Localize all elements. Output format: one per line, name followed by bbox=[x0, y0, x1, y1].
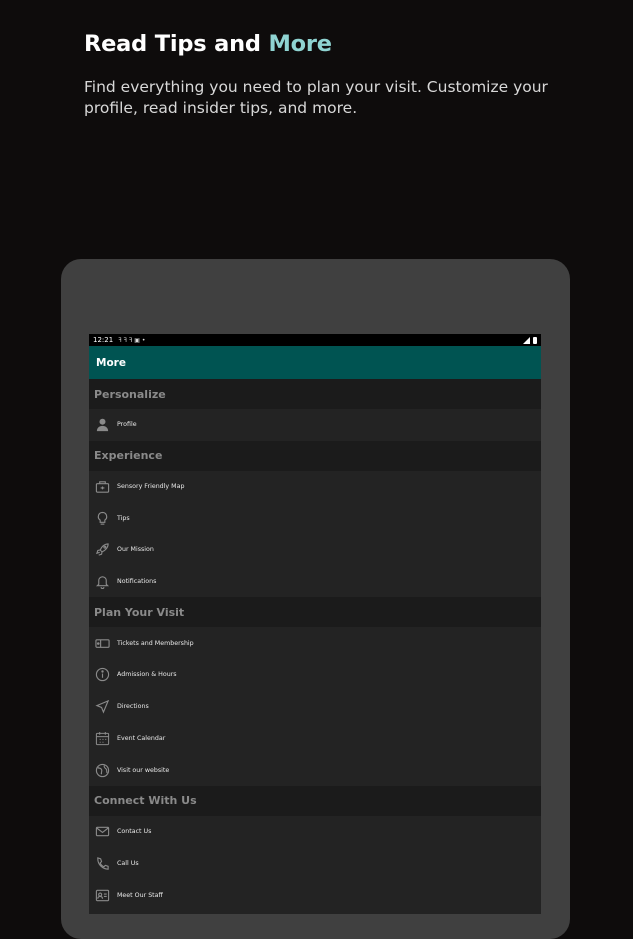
promo-title-accent: More bbox=[268, 31, 332, 57]
signal-icon bbox=[523, 336, 530, 344]
menu-item-visit-our-website[interactable]: Visit our website bbox=[89, 754, 541, 786]
menu-item-our-mission[interactable]: Our Mission bbox=[89, 534, 541, 566]
menu-item-label: Profile bbox=[117, 421, 137, 429]
menu-item-profile[interactable]: Profile bbox=[89, 409, 541, 441]
menu-item-label: Directions bbox=[117, 703, 149, 711]
app-bar-title: More bbox=[96, 356, 126, 369]
section-header-experience: Experience bbox=[89, 440, 541, 471]
menu-item-label: Admission & Hours bbox=[117, 671, 177, 679]
rocket-icon bbox=[94, 542, 110, 558]
menu-item-label: Contact Us bbox=[117, 828, 152, 836]
device-screen: 12:21 ꟻ ꟻ ꟻ ▣ • More Personalize Profile E… bbox=[89, 334, 541, 914]
menu-item-tickets-and-membership[interactable]: Tickets and Membership bbox=[89, 627, 541, 660]
menu-item-call-us[interactable]: Call Us bbox=[89, 847, 541, 880]
menu-item-tips[interactable]: Tips bbox=[89, 502, 541, 535]
menu-item-admission-and-hours[interactable]: Admission & Hours bbox=[89, 659, 541, 691]
promo-subtitle: Find everything you need to plan your vi… bbox=[84, 78, 548, 117]
menu-item-label: Tickets and Membership bbox=[117, 639, 194, 647]
section-header-plan-your-visit: Plan Your Visit bbox=[89, 597, 541, 628]
ticket-icon bbox=[94, 635, 110, 651]
lightbulb-icon bbox=[94, 510, 110, 526]
app-bar: More bbox=[89, 346, 541, 379]
promo-title: Read Tips and More bbox=[84, 31, 332, 57]
menu-item-notifications[interactable]: Notifications bbox=[89, 565, 541, 598]
menu-item-label: Event Calendar bbox=[117, 734, 166, 742]
navigation-icon bbox=[94, 699, 110, 715]
menu-item-label: Visit our website bbox=[117, 766, 170, 774]
menu-item-label: Notifications bbox=[117, 578, 157, 586]
bell-icon bbox=[94, 574, 110, 590]
section-header-connect-with-us: Connect With Us bbox=[89, 785, 541, 816]
menu-item-label: Tips bbox=[117, 514, 130, 522]
calendar-icon bbox=[94, 730, 110, 746]
globe-icon bbox=[94, 762, 110, 778]
person-icon bbox=[94, 417, 110, 433]
menu-item-label: Meet Our Staff bbox=[117, 891, 163, 899]
menu-item-sensory-friendly-map[interactable]: Sensory Friendly Map bbox=[89, 470, 541, 503]
promo-title-main: Read Tips and bbox=[84, 31, 269, 57]
menu-item-label: Sensory Friendly Map bbox=[117, 483, 185, 491]
menu-item-label: Our Mission bbox=[117, 546, 154, 554]
menu-item-meet-our-staff[interactable]: Meet Our Staff bbox=[89, 879, 541, 911]
status-time: 12:21 bbox=[93, 336, 114, 344]
phone-icon bbox=[94, 855, 110, 871]
menu-item-directions[interactable]: Directions bbox=[89, 690, 541, 723]
info-icon bbox=[94, 667, 110, 683]
map-icon bbox=[94, 479, 110, 495]
status-bar: 12:21 ꟻ ꟻ ꟻ ▣ • bbox=[89, 334, 541, 346]
menu-item-contact-us[interactable]: Contact Us bbox=[89, 815, 541, 848]
more-menu: Personalize Profile Experience Sensory Frie… bbox=[89, 379, 541, 911]
mail-icon bbox=[94, 824, 110, 840]
section-header-personalize: Personalize bbox=[89, 379, 541, 409]
notification-icons: ꟻ ꟻ ꟻ ▣ • bbox=[118, 336, 146, 344]
menu-item-label: Call Us bbox=[117, 859, 139, 867]
menu-item-event-calendar[interactable]: Event Calendar bbox=[89, 722, 541, 755]
battery-icon bbox=[533, 336, 537, 344]
staff-icon bbox=[94, 887, 110, 903]
